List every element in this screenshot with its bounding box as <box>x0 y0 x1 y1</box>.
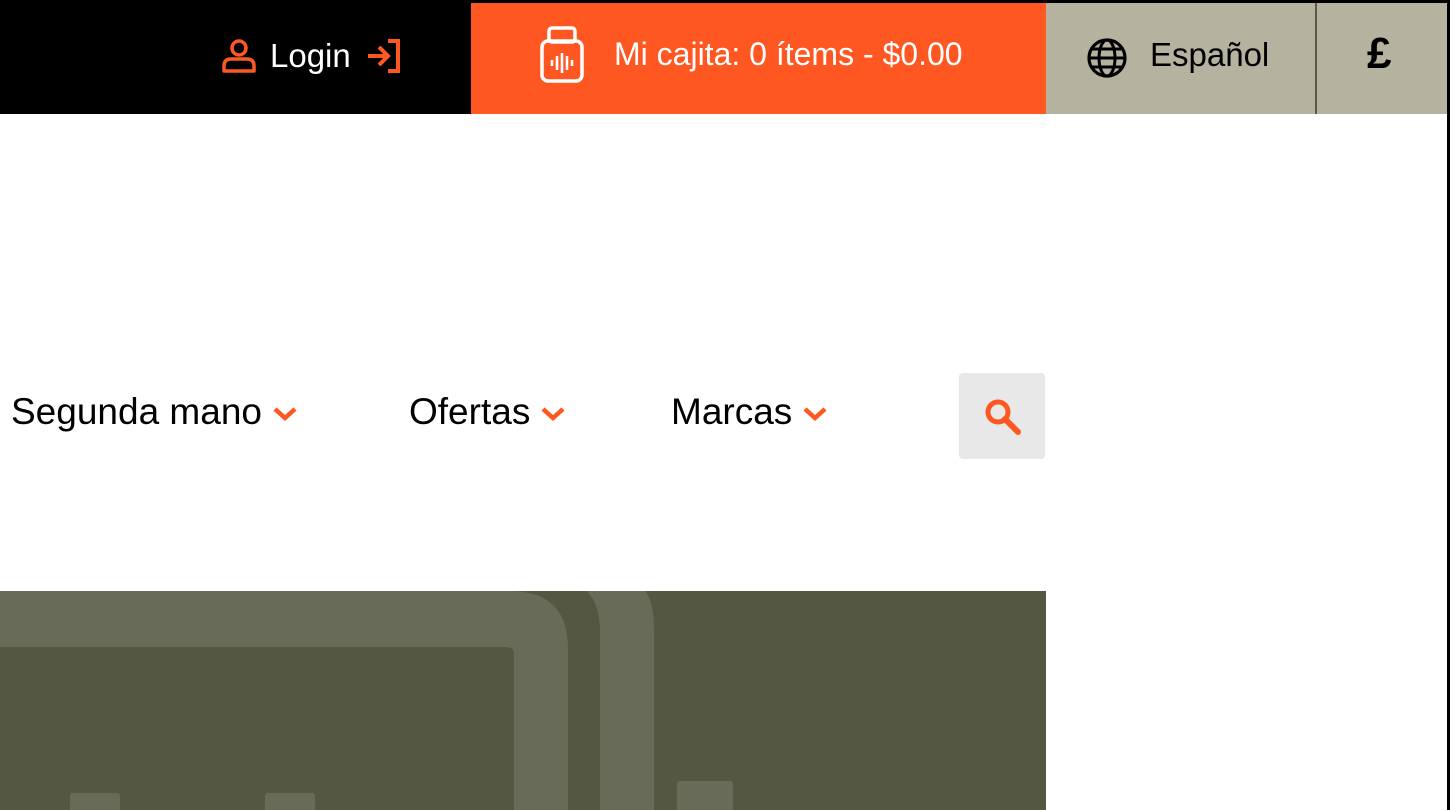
hero-banner <box>0 591 1046 810</box>
chevron-down-icon <box>273 407 297 422</box>
currency-symbol: £ <box>1367 29 1392 78</box>
login-link[interactable]: Login <box>221 36 404 76</box>
language-selector[interactable]: Español <box>1046 3 1315 114</box>
nav-item-ofertas[interactable]: Ofertas <box>409 391 566 433</box>
box-icon <box>540 26 584 83</box>
chevron-down-icon <box>541 407 565 422</box>
page: Login Mi cajita: 0 ítems - $0.00 Español… <box>0 0 1450 810</box>
chevron-down-icon <box>803 407 827 422</box>
nav-item-segunda-mano[interactable]: Segunda mano <box>11 391 298 433</box>
user-icon <box>222 39 256 73</box>
nav-item-label: Segunda mano <box>11 391 262 432</box>
nav-item-marcas[interactable]: Marcas <box>671 391 828 433</box>
cart-summary: Mi cajita: 0 ítems - $0.00 <box>614 36 963 72</box>
nav-item-label: Ofertas <box>409 391 531 432</box>
login-label: Login <box>270 37 351 74</box>
top-bar: Login Mi cajita: 0 ítems - $0.00 Español… <box>0 3 1447 114</box>
nav-item-label: Marcas <box>671 391 793 432</box>
cart-button[interactable]: Mi cajita: 0 ítems - $0.00 <box>471 3 1046 114</box>
search-button[interactable] <box>959 373 1045 459</box>
enter-icon <box>367 39 400 73</box>
search-icon <box>985 399 1021 435</box>
globe-icon <box>1087 38 1127 78</box>
login-section: Login <box>0 3 471 114</box>
main-nav: Segunda mano Ofertas Marcas <box>0 373 1046 459</box>
hero-illustration <box>0 591 1046 810</box>
language-label: Español <box>1150 36 1270 73</box>
currency-selector[interactable]: £ <box>1317 3 1447 114</box>
